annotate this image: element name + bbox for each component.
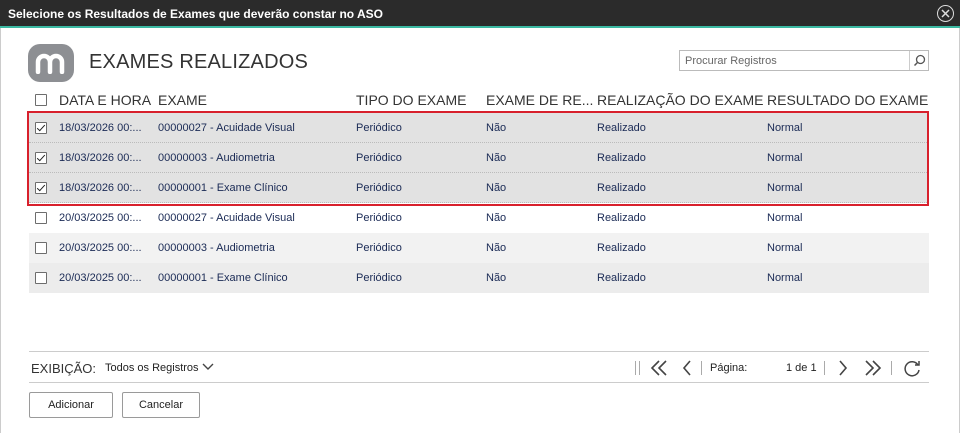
cell-exam: 00000001 - Exame Clínico	[158, 182, 288, 194]
table-header: DATA E HORA EXAME TIPO DO EXAME EXAME DE…	[29, 88, 929, 112]
search-icon[interactable]	[909, 51, 928, 70]
table-row[interactable]: 20/03/2025 00:... 00000003 - Audiometria…	[29, 233, 929, 263]
cell-resultado: Normal	[767, 122, 803, 134]
cell-resultado: Normal	[767, 242, 803, 254]
refresh-icon[interactable]	[902, 359, 922, 379]
cell-re: Não	[486, 242, 507, 254]
cell-realizacao: Realizado	[597, 182, 646, 194]
page-label: Página:	[710, 362, 748, 374]
next-page-icon[interactable]	[837, 359, 849, 377]
row-checkbox[interactable]	[35, 212, 47, 224]
table-row[interactable]: 20/03/2025 00:... 00000001 - Exame Clíni…	[29, 263, 929, 293]
page-indicator: 1 de 1	[786, 362, 817, 374]
column-header-re[interactable]: EXAME DE RE...	[486, 92, 593, 108]
cell-type: Periódico	[356, 122, 402, 134]
row-checkbox[interactable]	[35, 152, 47, 164]
cell-re: Não	[486, 182, 507, 194]
cell-re: Não	[486, 122, 507, 134]
exibicao-select[interactable]: Todos os Registros	[105, 362, 199, 374]
last-page-icon[interactable]	[863, 359, 883, 377]
cell-date: 20/03/2025 00:...	[59, 212, 142, 224]
exibicao-label: EXIBIÇÃO:	[31, 361, 97, 376]
row-checkbox[interactable]	[35, 182, 47, 194]
search-input[interactable]	[680, 51, 910, 70]
cell-exam: 00000003 - Audiometria	[158, 152, 275, 164]
cell-date: 18/03/2026 00:...	[59, 152, 142, 164]
pager-divider	[635, 361, 636, 375]
prev-page-icon[interactable]	[681, 359, 693, 377]
pager-divider	[639, 361, 640, 375]
cell-type: Periódico	[356, 212, 402, 224]
cell-re: Não	[486, 152, 507, 164]
cell-realizacao: Realizado	[597, 212, 646, 224]
cell-realizacao: Realizado	[597, 242, 646, 254]
row-checkbox[interactable]	[35, 272, 47, 284]
cell-type: Periódico	[356, 182, 402, 194]
pager-divider	[824, 361, 825, 375]
cell-exam: 00000003 - Audiometria	[158, 242, 275, 254]
chevron-down-icon[interactable]	[202, 362, 214, 372]
page-title: EXAMES REALIZADOS	[89, 51, 309, 73]
cell-resultado: Normal	[767, 182, 803, 194]
column-header-realizacao[interactable]: REALIZAÇÃO DO EXAME	[597, 92, 763, 108]
select-all-checkbox[interactable]	[35, 94, 47, 106]
cell-resultado: Normal	[767, 272, 803, 284]
cell-realizacao: Realizado	[597, 152, 646, 164]
close-icon[interactable]	[937, 5, 954, 22]
cell-re: Não	[486, 272, 507, 284]
column-header-date[interactable]: DATA E HORA	[59, 92, 151, 108]
dialog-titlebar: Selecione os Resultados de Exames que de…	[0, 0, 960, 28]
pager-divider	[701, 361, 702, 375]
column-header-resultado[interactable]: RESULTADO DO EXAME	[767, 92, 928, 108]
cell-type: Periódico	[356, 242, 402, 254]
cell-type: Periódico	[356, 272, 402, 284]
cell-resultado: Normal	[767, 212, 803, 224]
cell-type: Periódico	[356, 152, 402, 164]
row-checkbox[interactable]	[35, 122, 47, 134]
table-footer: EXIBIÇÃO: Todos os Registros Página: 1 d…	[29, 351, 929, 383]
pager-divider	[891, 361, 892, 375]
cell-date: 18/03/2026 00:...	[59, 122, 142, 134]
first-page-icon[interactable]	[649, 359, 669, 377]
cell-date: 20/03/2025 00:...	[59, 272, 142, 284]
cell-date: 18/03/2026 00:...	[59, 182, 142, 194]
cell-exam: 00000027 - Acuidade Visual	[158, 212, 295, 224]
dialog-title: Selecione os Resultados de Exames que de…	[8, 7, 384, 21]
column-header-type[interactable]: TIPO DO EXAME	[356, 92, 466, 108]
cell-re: Não	[486, 212, 507, 224]
add-button[interactable]: Adicionar	[29, 392, 113, 418]
cell-date: 20/03/2025 00:...	[59, 242, 142, 254]
table-row[interactable]: 18/03/2026 00:... 00000027 - Acuidade Vi…	[29, 113, 929, 143]
table-row[interactable]: 18/03/2026 00:... 00000001 - Exame Clíni…	[29, 173, 929, 203]
cancel-button[interactable]: Cancelar	[122, 392, 200, 418]
column-header-exam[interactable]: EXAME	[158, 92, 207, 108]
cell-realizacao: Realizado	[597, 272, 646, 284]
table-row[interactable]: 20/03/2025 00:... 00000027 - Acuidade Vi…	[29, 203, 929, 233]
search-box	[679, 50, 929, 71]
logo-icon	[28, 44, 74, 82]
cell-realizacao: Realizado	[597, 122, 646, 134]
cell-exam: 00000001 - Exame Clínico	[158, 272, 288, 284]
row-checkbox[interactable]	[35, 242, 47, 254]
cell-exam: 00000027 - Acuidade Visual	[158, 122, 295, 134]
table-row[interactable]: 18/03/2026 00:... 00000003 - Audiometria…	[29, 143, 929, 173]
cell-resultado: Normal	[767, 152, 803, 164]
